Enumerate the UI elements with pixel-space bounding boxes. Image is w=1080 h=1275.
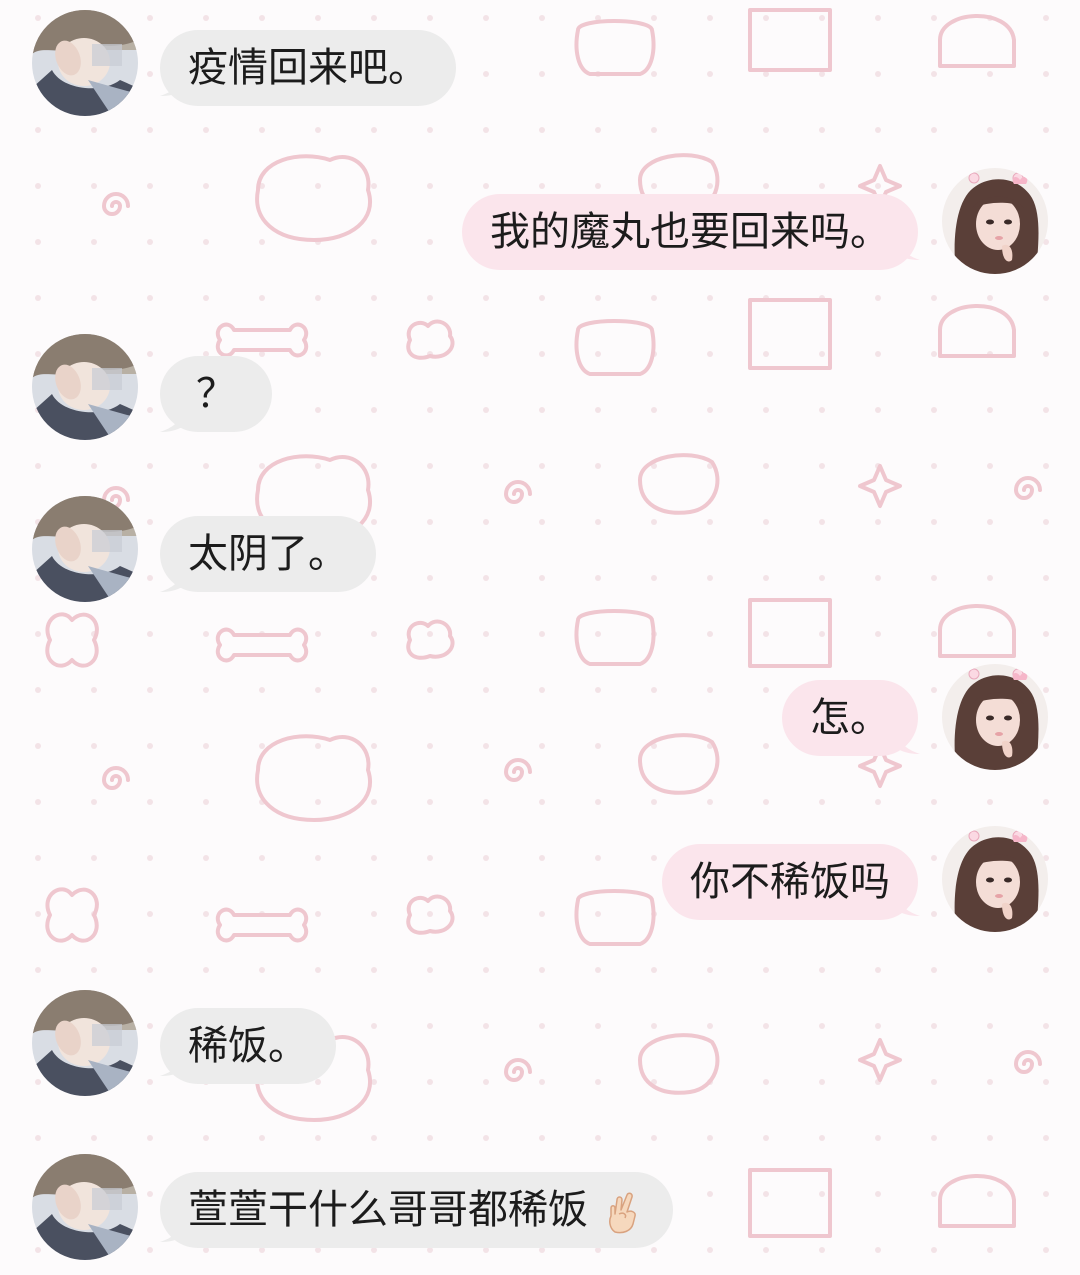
user-avatar[interactable] <box>942 664 1048 770</box>
message-text: 萱萱干什么哥哥都稀饭 <box>188 1187 588 1233</box>
message-text: 疫情回来吧。 <box>188 45 428 91</box>
chat-wallpaper <box>35 8 1049 1253</box>
crossed-fingers-emoji <box>608 1192 636 1234</box>
message-bubble[interactable]: 我的魔丸也要回来吗。 <box>462 194 918 270</box>
message-text: 稀饭。 <box>188 1023 308 1069</box>
message-bubble[interactable]: 疫情回来吧。 <box>160 30 456 106</box>
user-avatar[interactable] <box>942 168 1048 274</box>
message-bubble[interactable]: 萱萱干什么哥哥都稀饭 <box>160 1172 673 1248</box>
message-text: 你不稀饭吗 <box>690 859 890 905</box>
message-bubble[interactable]: ？ <box>160 356 272 432</box>
contact-avatar[interactable] <box>32 1154 138 1260</box>
message-text: 我的魔丸也要回来吗。 <box>490 209 890 255</box>
user-avatar[interactable] <box>942 826 1048 932</box>
contact-avatar[interactable] <box>32 10 138 116</box>
message-text: 太阴了。 <box>188 531 348 577</box>
message-text: 怎。 <box>810 695 890 741</box>
message-bubble[interactable]: 怎。 <box>782 680 918 756</box>
message-bubble[interactable]: 太阴了。 <box>160 516 376 592</box>
contact-avatar[interactable] <box>32 496 138 602</box>
contact-avatar[interactable] <box>32 990 138 1096</box>
message-bubble[interactable]: 你不稀饭吗 <box>662 844 918 920</box>
message-bubble[interactable]: 稀饭。 <box>160 1008 336 1084</box>
contact-avatar[interactable] <box>32 334 138 440</box>
message-text: ？ <box>196 371 236 417</box>
